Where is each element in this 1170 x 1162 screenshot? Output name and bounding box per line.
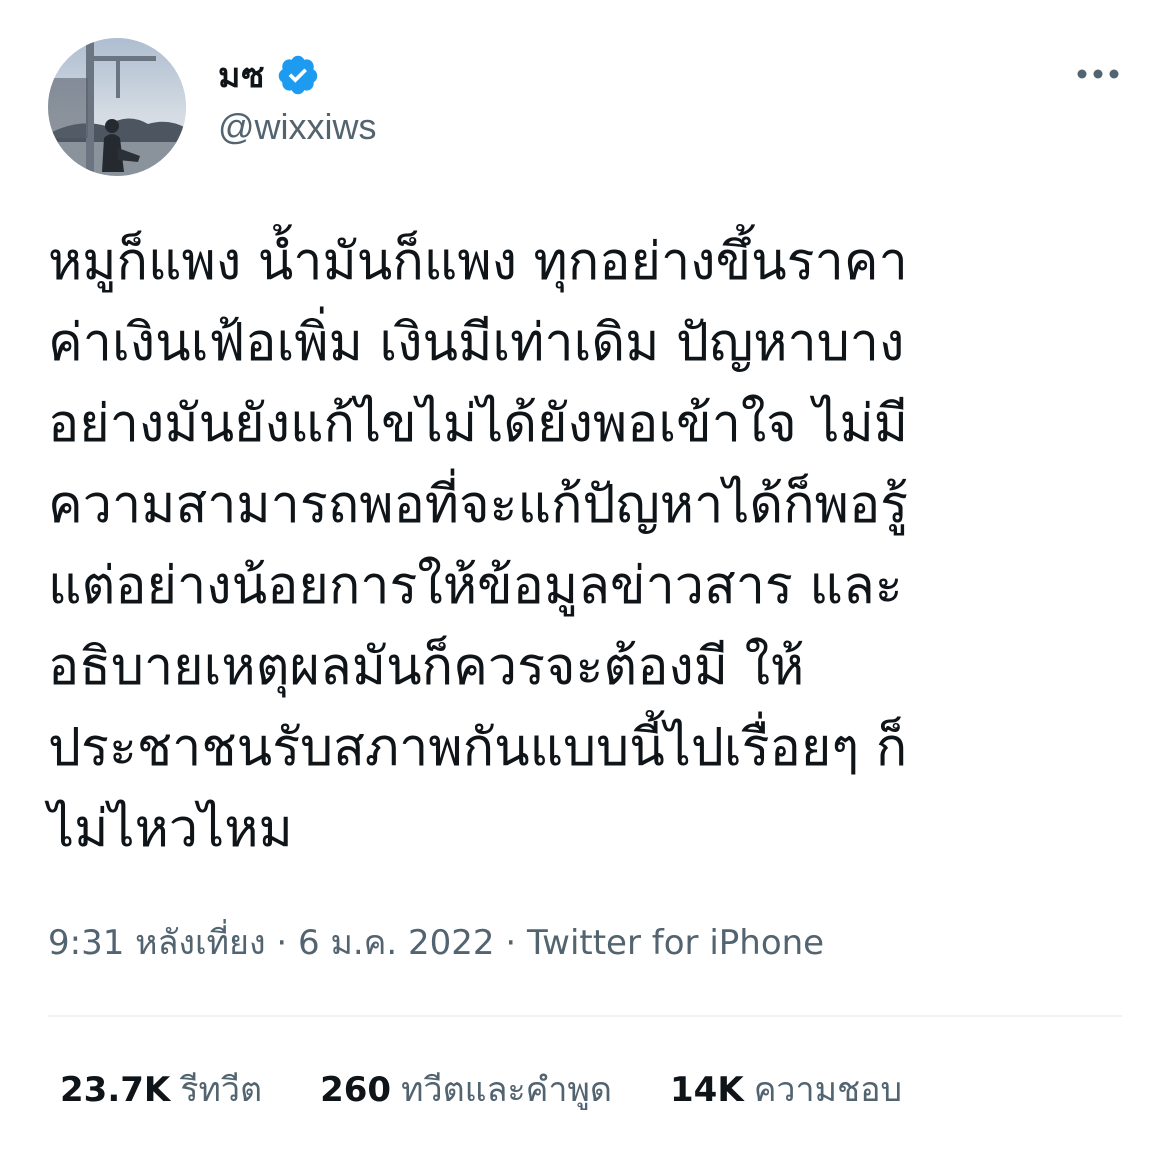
engagement-stats: 23.7K รีทวีต 260 ทวีตและคำพูด 14K ความชอ… bbox=[60, 1062, 902, 1116]
tweet-text-line: ประชาชนรับสภาพกันแบบนี้ไปเรื่อยๆ ก็ bbox=[48, 718, 908, 778]
tweet-text-line: อธิบายเหตุผลมันก็ควรจะต้องมี ให้ bbox=[48, 637, 805, 697]
tweet-text: หมูก็แพง น้ำมันก็แพง ทุกอย่างขึ้นราคา ค่… bbox=[48, 222, 1128, 870]
quote-tweets-label: ทวีตและคำพูด bbox=[401, 1070, 613, 1110]
avatar[interactable] bbox=[48, 38, 186, 176]
likes-stat[interactable]: 14K ความชอบ bbox=[670, 1062, 902, 1116]
tweet-metadata: 9:31 หลังเที่ยง · 6 ม.ค. 2022 · Twitter … bbox=[48, 915, 824, 969]
tweet-text-line: อย่างมันยังแก้ไขไม่ได้ยังพอเข้าใจ ไม่มี bbox=[48, 394, 909, 454]
tweet-text-line: ไม่ไหวไหม bbox=[48, 799, 293, 859]
tweet-date[interactable]: 6 ม.ค. 2022 bbox=[298, 923, 495, 963]
metadata-separator: · bbox=[505, 923, 527, 963]
tweet-detail: มซ @wixxiws หมูก็แพง น้ำมันก็แพง ทุกอย่า… bbox=[0, 0, 1170, 1162]
tweet-text-line: ค่าเงินเฟ้อเพิ่ม เงินมีเท่าเดิม ปัญหาบาง bbox=[48, 313, 905, 373]
likes-label: ความชอบ bbox=[753, 1070, 903, 1110]
user-handle[interactable]: @wixxiws bbox=[218, 106, 377, 148]
quote-tweets-stat[interactable]: 260 ทวีตและคำพูด bbox=[320, 1062, 612, 1116]
more-options-button[interactable] bbox=[1072, 52, 1124, 96]
tweet-time[interactable]: 9:31 หลังเที่ยง bbox=[48, 923, 266, 963]
display-name[interactable]: มซ bbox=[218, 48, 266, 102]
retweets-label: รีทวีต bbox=[180, 1070, 263, 1110]
more-horizontal-icon bbox=[1077, 69, 1119, 79]
tweet-text-line: แต่อย่างน้อยการให้ข้อมูลข่าวสาร และ bbox=[48, 556, 903, 616]
divider bbox=[48, 1015, 1122, 1017]
retweets-count: 23.7K bbox=[60, 1070, 171, 1110]
tweet-source-link[interactable]: Twitter for iPhone bbox=[527, 923, 824, 963]
quote-tweets-count: 260 bbox=[320, 1070, 392, 1110]
retweets-stat[interactable]: 23.7K รีทวีต bbox=[60, 1062, 262, 1116]
tweet-text-line: หมูก็แพง น้ำมันก็แพง ทุกอย่างขึ้นราคา bbox=[48, 232, 908, 292]
avatar-photo bbox=[48, 38, 186, 176]
verified-badge-icon bbox=[276, 53, 320, 97]
user-name-row: มซ bbox=[218, 50, 320, 100]
likes-count: 14K bbox=[670, 1070, 744, 1110]
metadata-separator: · bbox=[276, 923, 299, 963]
tweet-text-line: ความสามารถพอที่จะแก้ปัญหาได้ก็พอรู้ bbox=[48, 475, 909, 535]
